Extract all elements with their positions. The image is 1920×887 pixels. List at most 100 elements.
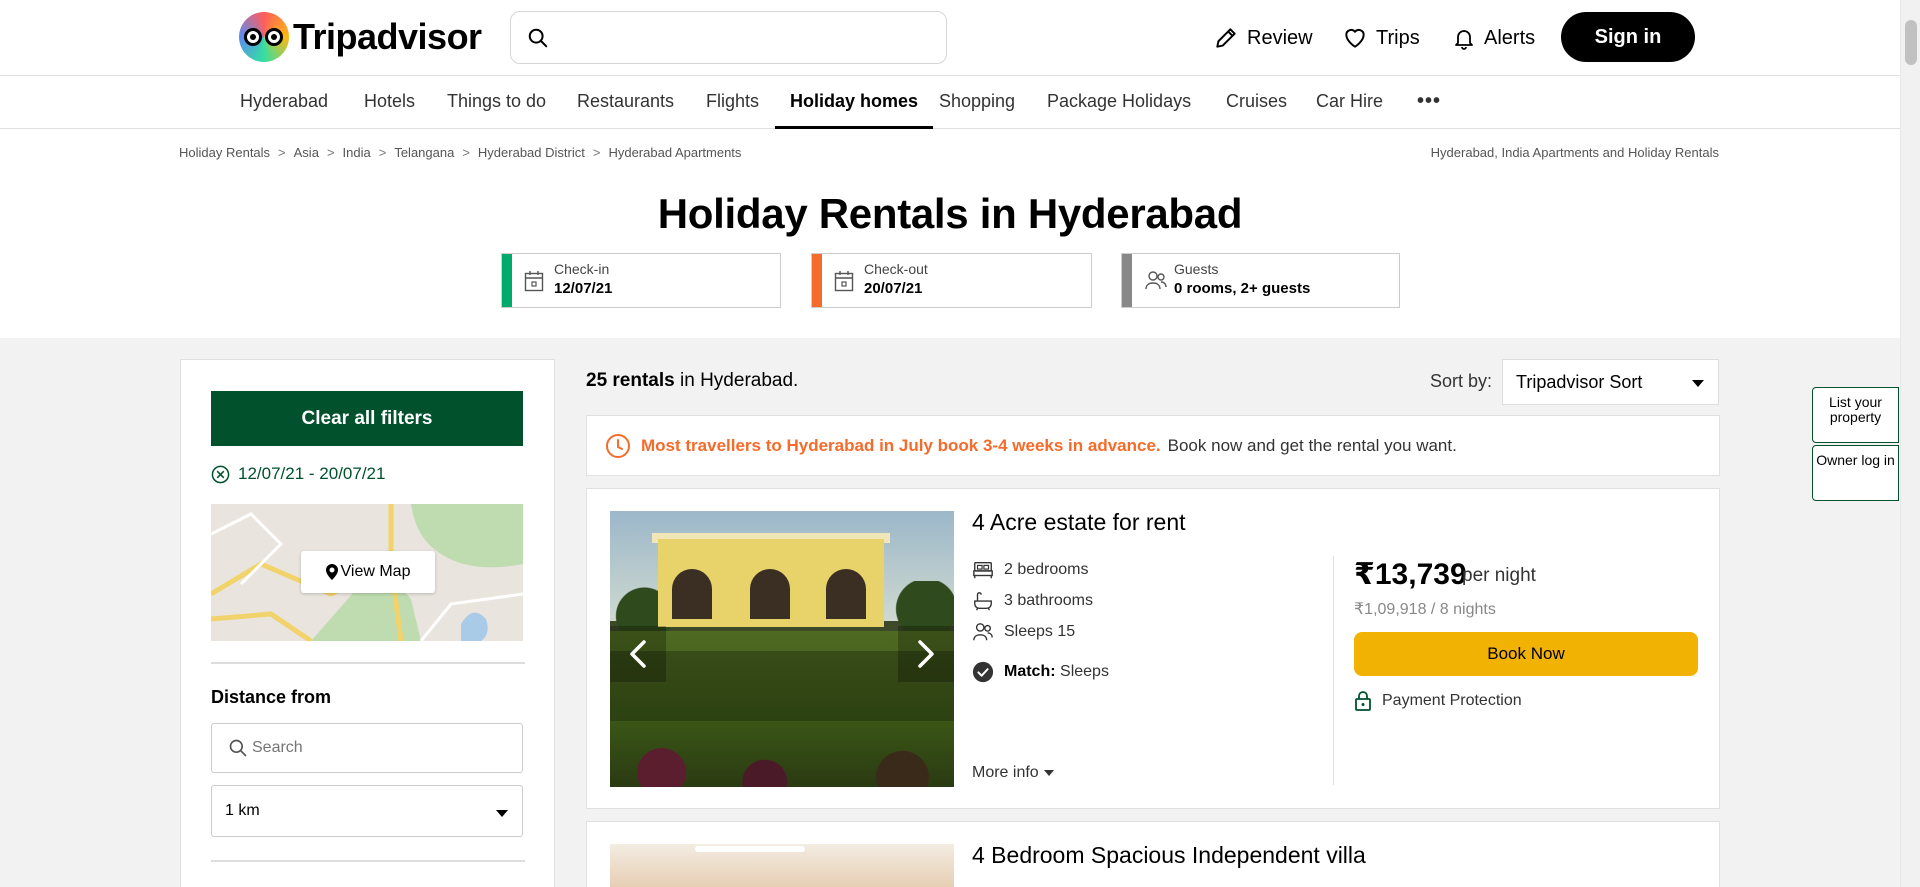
clear-all-filters-button[interactable]: Clear all filters — [211, 391, 523, 446]
pencil-icon — [1216, 28, 1236, 48]
checkin-field[interactable]: Check-in 12/07/21 — [501, 253, 781, 308]
filters-sidebar: Clear all filters 12/07/21 - 20/07/21 Vi… — [180, 359, 555, 887]
distance-radius-value: 1 km — [225, 802, 260, 819]
sort-select[interactable]: Tripadvisor Sort — [1502, 359, 1719, 405]
breadcrumb-hyderabad-apartments: Hyderabad Apartments — [608, 145, 742, 160]
remove-filter-icon[interactable] — [211, 465, 230, 484]
guests-color-bar — [1122, 254, 1132, 307]
owl-logo-icon — [239, 12, 289, 62]
listing-price-unit: per night — [1462, 565, 1536, 586]
tab-holiday-homes[interactable]: Holiday homes — [775, 77, 934, 129]
listing-price-total: ₹1,09,918 / 8 nights — [1354, 601, 1496, 618]
previous-photo-button[interactable] — [610, 626, 666, 682]
distance-search-input[interactable] — [252, 734, 512, 762]
listing-price: ₹13,739 — [1354, 558, 1467, 591]
page-scrollbar[interactable] — [1900, 0, 1920, 887]
clock-icon — [606, 433, 630, 458]
category-tabs: Hyderabad Hotels Things to do Restaurant… — [0, 77, 1900, 129]
lock-icon — [1355, 691, 1371, 711]
calendar-icon — [834, 271, 854, 292]
chevron-right-icon — [918, 640, 934, 668]
breadcrumb-hyderabad-district[interactable]: Hyderabad District — [478, 145, 585, 160]
calendar-icon — [524, 271, 544, 292]
checkout-label: Check-out — [864, 261, 928, 277]
match-info: Match: Sleeps — [972, 661, 1109, 683]
sort-select-value: Tripadvisor Sort — [1516, 372, 1643, 392]
view-map-button[interactable]: View Map — [301, 551, 435, 593]
view-map-label: View Map — [340, 563, 411, 580]
caret-down-icon — [1043, 770, 1054, 776]
breadcrumb-india[interactable]: India — [343, 145, 371, 160]
review-label: Review — [1247, 26, 1313, 49]
chevron-down-icon — [496, 810, 508, 817]
tab-shopping[interactable]: Shopping — [939, 77, 1015, 129]
breadcrumb-separator: > — [326, 145, 335, 160]
tripadvisor-logo[interactable]: Tripadvisor — [239, 12, 482, 62]
tab-flights[interactable]: Flights — [706, 77, 759, 129]
guests-field[interactable]: Guests 0 rooms, 2+ guests — [1121, 253, 1400, 308]
more-tabs-button[interactable]: ••• — [1417, 77, 1441, 129]
check-circle-icon — [972, 661, 994, 683]
tab-car-hire[interactable]: Car Hire — [1316, 77, 1383, 129]
checkout-value: 20/07/21 — [864, 280, 923, 297]
tab-package-holidays[interactable]: Package Holidays — [1047, 77, 1191, 129]
trips-label: Trips — [1376, 26, 1420, 49]
page-title: Holiday Rentals in Hyderabad — [657, 190, 1243, 237]
bedrooms-label: 2 bedrooms — [1004, 561, 1089, 578]
results-count: 25 rentals in Hyderabad. — [586, 370, 798, 392]
listing-card[interactable]: 4 Bedroom Spacious Independent villa — [586, 821, 1720, 887]
search-icon — [229, 739, 247, 757]
tab-restaurants[interactable]: Restaurants — [577, 77, 674, 129]
listing-photo[interactable] — [610, 844, 954, 887]
main-search-input[interactable] — [563, 20, 933, 56]
breadcrumb-telangana[interactable]: Telangana — [394, 145, 454, 160]
bell-icon — [1455, 30, 1473, 50]
next-photo-button[interactable] — [898, 626, 954, 682]
listing-photo[interactable] — [610, 511, 954, 787]
checkin-color-bar — [502, 254, 512, 307]
chevron-down-icon — [1692, 380, 1704, 387]
distance-from-heading: Distance from — [211, 687, 332, 707]
more-info-toggle[interactable]: More info — [972, 764, 1055, 782]
map-preview[interactable]: View Map — [211, 504, 523, 641]
review-link[interactable]: Review — [1213, 19, 1313, 57]
book-now-button[interactable]: Book Now — [1354, 632, 1698, 676]
tab-things-to-do[interactable]: Things to do — [447, 77, 546, 129]
tab-hotels[interactable]: Hotels — [364, 77, 415, 129]
listing-title[interactable]: 4 Acre estate for rent — [972, 509, 1186, 536]
listing-card[interactable]: 4 Acre estate for rent 2 bedrooms 3 bath… — [586, 488, 1720, 809]
date-filter-label: 12/07/21 - 20/07/21 — [238, 464, 386, 483]
results-count-suffix: in Hyderabad. — [680, 370, 799, 391]
distance-search[interactable] — [211, 723, 523, 773]
alerts-link[interactable]: Alerts — [1452, 19, 1535, 57]
map-pin-icon — [325, 564, 338, 580]
owner-login-button[interactable]: Owner log in — [1812, 445, 1899, 501]
breadcrumb-separator: > — [378, 145, 387, 160]
checkin-label: Check-in — [554, 261, 610, 277]
booking-tip-highlight: Most travellers to Hyderabad in July boo… — [641, 435, 1161, 455]
heart-icon — [1345, 28, 1365, 48]
search-icon — [528, 28, 548, 48]
payment-protection-label: Payment Protection — [1382, 692, 1522, 709]
trips-link[interactable]: Trips — [1342, 19, 1420, 57]
guests-value: 0 rooms, 2+ guests — [1174, 280, 1311, 297]
bathtub-icon — [974, 592, 992, 611]
divider — [1333, 556, 1334, 785]
listing-title[interactable]: 4 Bedroom Spacious Independent villa — [972, 842, 1366, 869]
date-filter-chip[interactable]: 12/07/21 - 20/07/21 — [211, 464, 385, 484]
match-label: Match: — [1004, 663, 1056, 680]
main-search[interactable] — [510, 11, 947, 64]
tab-hyderabad[interactable]: Hyderabad — [240, 77, 328, 129]
top-header: Tripadvisor Review Trips Alerts Sign in — [0, 0, 1900, 76]
payment-protection[interactable]: Payment Protection — [1354, 691, 1522, 711]
breadcrumb-asia[interactable]: Asia — [294, 145, 319, 160]
list-your-property-button[interactable]: List your property — [1812, 387, 1899, 443]
checkout-field[interactable]: Check-out 20/07/21 — [811, 253, 1092, 308]
distance-radius-select[interactable]: 1 km — [211, 785, 523, 837]
breadcrumb-holiday-rentals[interactable]: Holiday Rentals — [179, 145, 270, 160]
guests-icon — [1145, 271, 1167, 290]
sign-in-button[interactable]: Sign in — [1561, 12, 1695, 62]
breadcrumb-separator: > — [278, 145, 286, 160]
scrollbar-thumb[interactable] — [1905, 20, 1917, 65]
tab-cruises[interactable]: Cruises — [1226, 77, 1287, 129]
